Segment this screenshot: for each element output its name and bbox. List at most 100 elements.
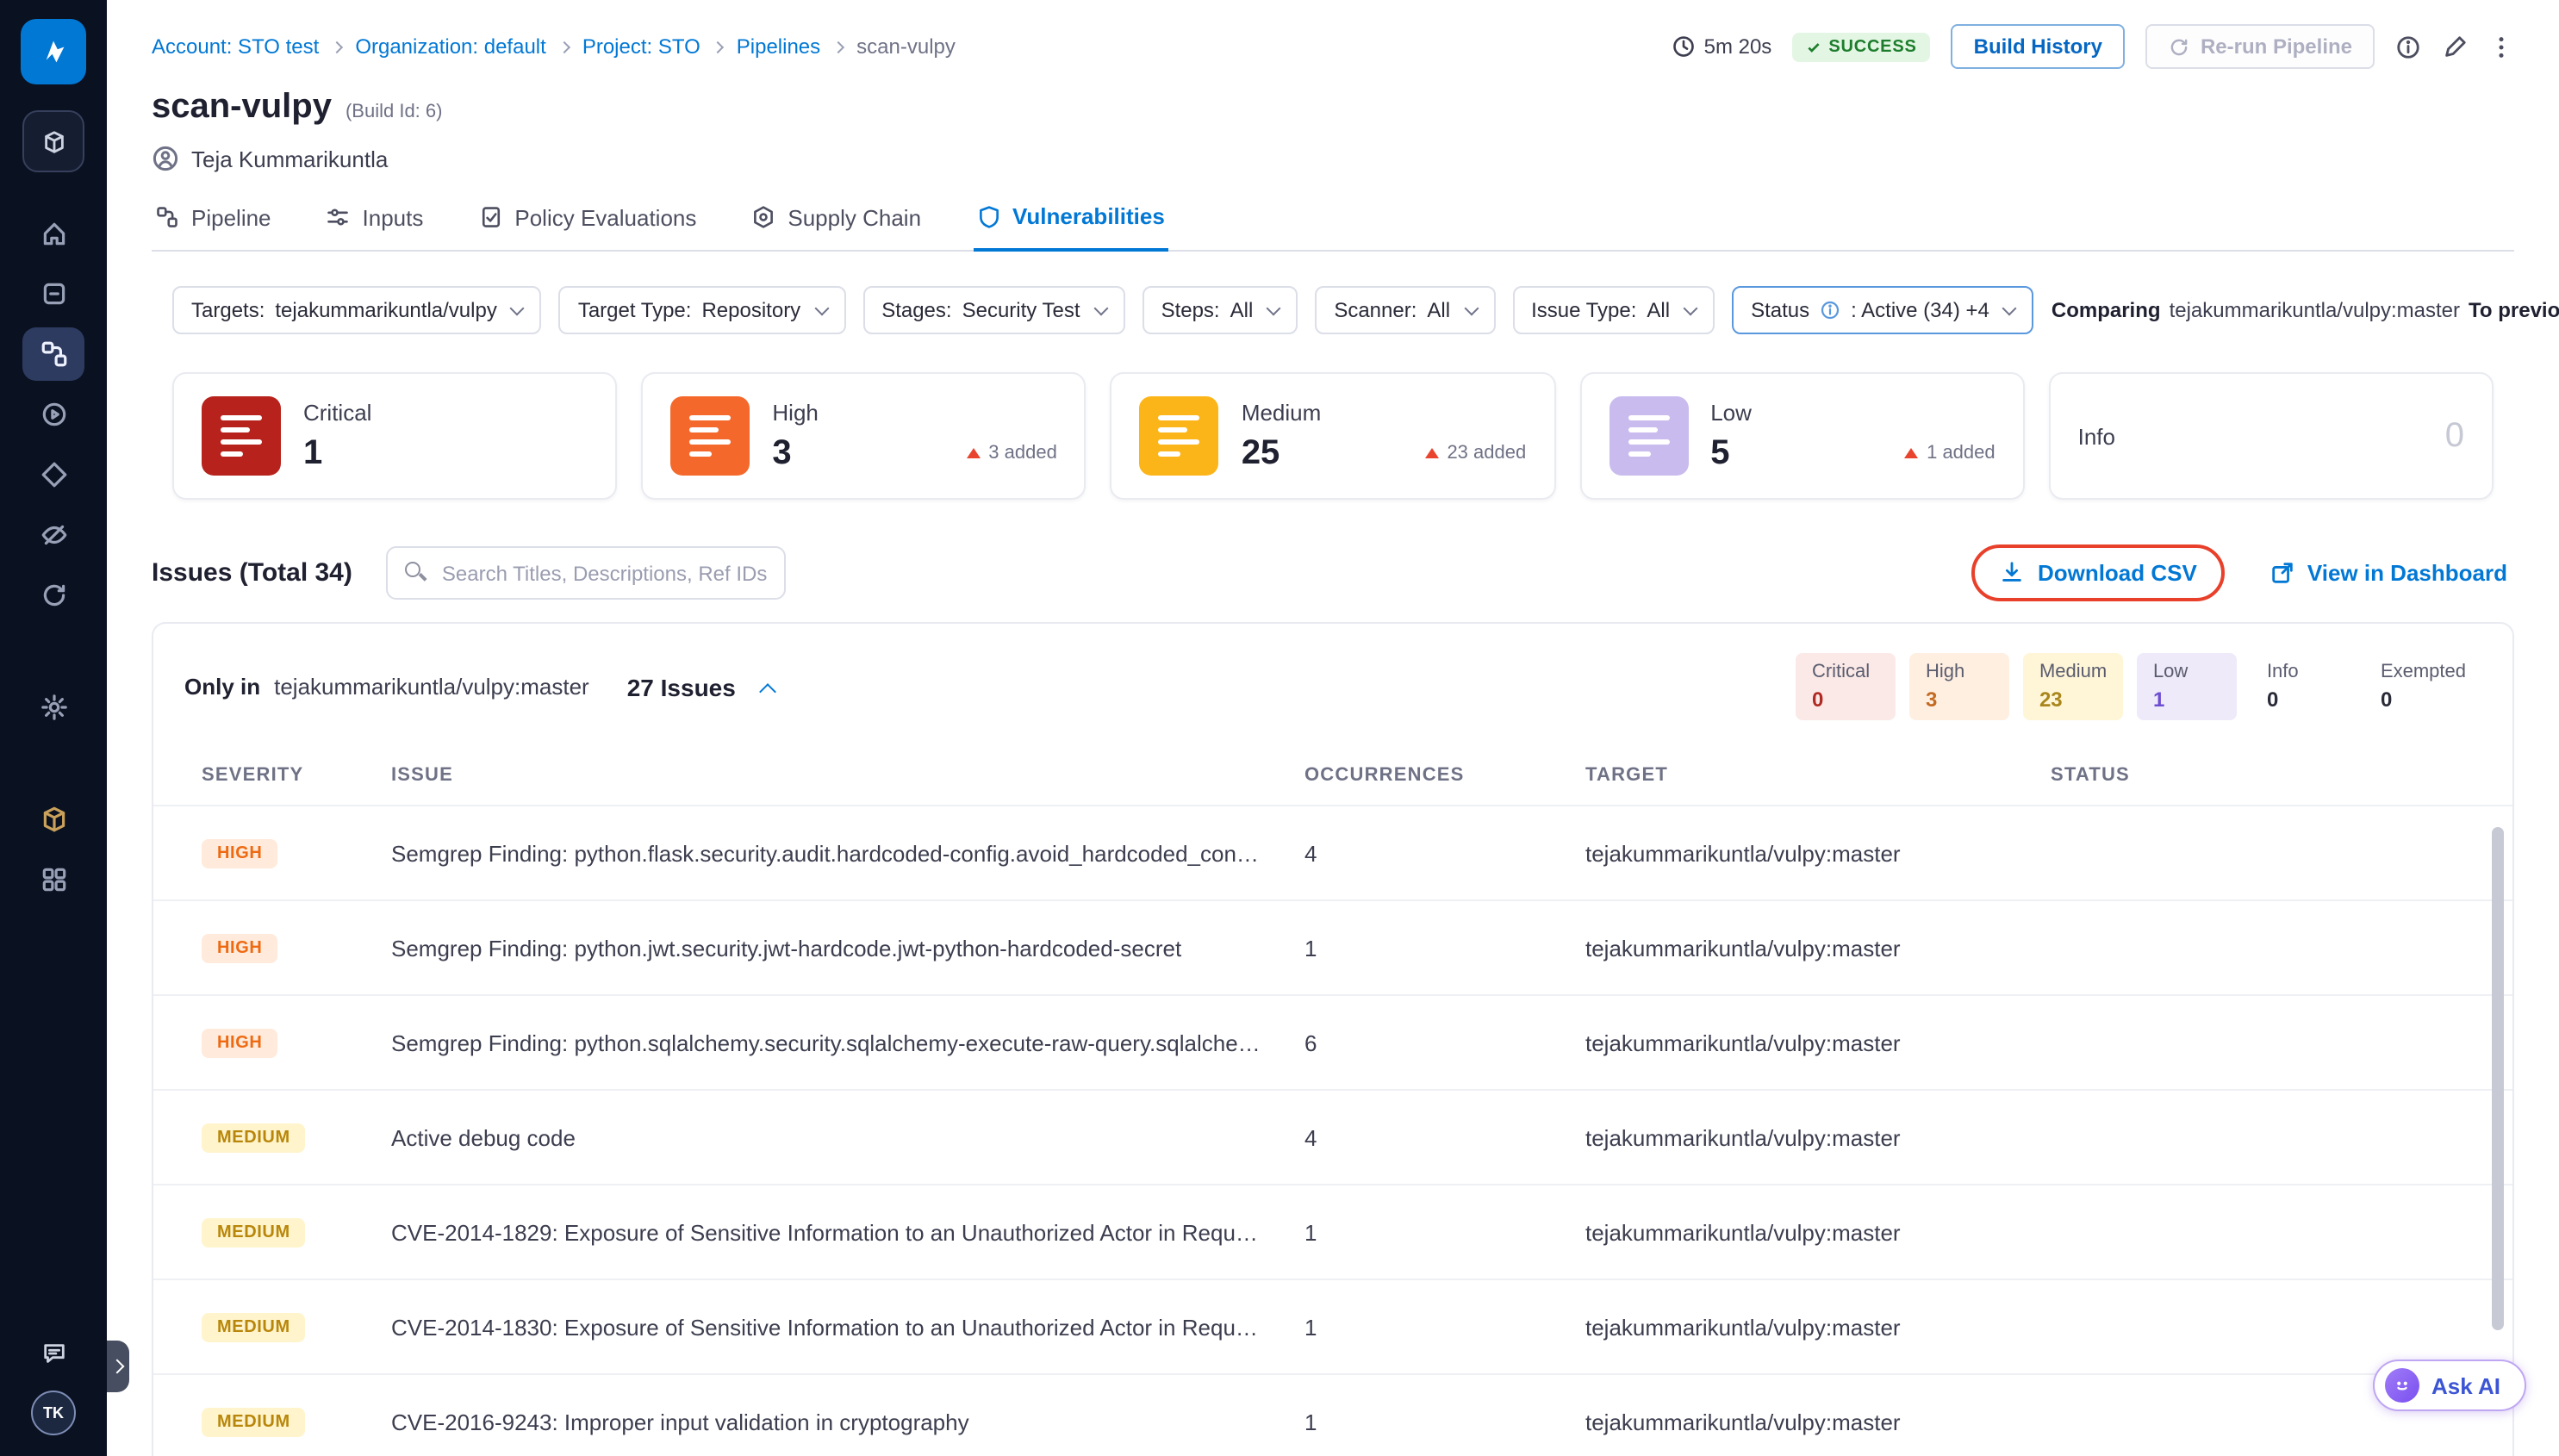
issue-title: CVE-2014-1830: Exposure of Sensitive Inf… (391, 1314, 1304, 1340)
sidebar-item-baselines[interactable] (22, 569, 84, 622)
severity-badge: MEDIUM (202, 1217, 306, 1247)
filter-target-type[interactable]: Target Type:Repository (559, 286, 845, 334)
filter-targets[interactable]: Targets:tejakummarikuntla/vulpy (172, 286, 542, 334)
sidebar-item-pipelines[interactable] (22, 327, 84, 381)
filter-steps[interactable]: Steps:All (1143, 286, 1298, 334)
added-indicator: 23 added (1424, 443, 1526, 464)
executions-icon (39, 400, 68, 429)
clock-icon (1672, 34, 1696, 59)
info-button[interactable] (2395, 34, 2421, 59)
user-avatar[interactable]: TK (31, 1391, 76, 1435)
feedback-button[interactable] (40, 1341, 66, 1366)
chevron-down-icon (1267, 301, 1281, 315)
download-csv-button[interactable]: Download CSV (2000, 560, 2197, 586)
severity-badge: MEDIUM (202, 1312, 306, 1341)
sidebar-item-security-tests[interactable] (22, 448, 84, 501)
sidebar-item-connectors[interactable] (22, 853, 84, 906)
sidebar-item-artifacts[interactable] (22, 793, 84, 846)
collapse-chevron-icon[interactable] (759, 682, 776, 700)
breadcrumb-current: scan-vulpy (856, 34, 956, 59)
author-row: Teja Kummarikuntla (152, 145, 2514, 172)
table-row[interactable]: MEDIUM Active debug code 4 tejakummariku… (153, 1089, 2512, 1184)
chevron-down-icon (1093, 301, 1108, 315)
card-low: Low 5 1 added (1579, 372, 2024, 500)
chip-critical: Critical0 (1796, 653, 1896, 720)
shield-icon (976, 204, 1000, 228)
download-csv-wrapper: Download CSV (1972, 544, 2225, 601)
filter-scanner[interactable]: Scanner:All (1315, 286, 1495, 334)
table-row[interactable]: MEDIUM CVE-2014-1829: Exposure of Sensit… (153, 1184, 2512, 1279)
view-in-dashboard-button[interactable]: View in Dashboard (2269, 560, 2507, 586)
triangle-up-icon (1904, 448, 1918, 458)
issue-title: Semgrep Finding: python.flask.security.a… (391, 840, 1304, 866)
tab-bar: Pipeline Inputs Policy Evaluations Suppl… (152, 193, 2514, 252)
breadcrumb-account[interactable]: Account: STO test (152, 34, 319, 59)
target: tejakummarikuntla/vulpy:master (1585, 1409, 2051, 1434)
app-root: TK Account: STO test Organization: defau… (0, 0, 2559, 1456)
search-input[interactable] (387, 546, 787, 600)
breadcrumb-project[interactable]: Project: STO (582, 34, 700, 59)
occurrences: 4 (1304, 1124, 1585, 1150)
target: tejakummarikuntla/vulpy:master (1585, 1124, 2051, 1150)
breadcrumb: Account: STO test Organization: default … (152, 34, 956, 59)
card-medium: Medium 25 23 added (1111, 372, 1555, 500)
breadcrumb-organization[interactable]: Organization: default (355, 34, 546, 59)
sidebar-item-executions[interactable] (22, 388, 84, 441)
occurrences: 6 (1304, 1030, 1585, 1055)
clipboard-check-icon (478, 205, 502, 229)
module-switcher[interactable] (22, 110, 84, 172)
filter-bar: Targets:tejakummarikuntla/vulpy Target T… (152, 286, 2514, 334)
harness-logo[interactable] (21, 19, 86, 84)
occurrences: 4 (1304, 840, 1585, 866)
download-icon (2000, 560, 2026, 586)
build-id: (Build Id: 6) (346, 102, 443, 122)
occurrences: 1 (1304, 1314, 1585, 1340)
high-report-icon (670, 396, 750, 476)
target: tejakummarikuntla/vulpy:master (1585, 1219, 2051, 1245)
tab-pipeline[interactable]: Pipeline (152, 193, 275, 250)
filter-stages[interactable]: Stages:Security Test (862, 286, 1124, 334)
grid-icon (39, 865, 68, 894)
chip-medium: Medium23 (2024, 653, 2124, 720)
more-options-button[interactable] (2488, 34, 2514, 59)
tab-policy-evaluations[interactable]: Policy Evaluations (475, 193, 700, 250)
edit-pipeline-button[interactable] (2442, 34, 2468, 59)
filter-issue-type[interactable]: Issue Type:All (1512, 286, 1715, 334)
filter-status[interactable]: Status : Active (34) +4 (1732, 286, 2034, 334)
breadcrumb-pipelines[interactable]: Pipelines (737, 34, 820, 59)
rerun-pipeline-button[interactable]: Re-run Pipeline (2145, 24, 2375, 69)
module-cube-icon (40, 128, 66, 154)
sidebar: TK (0, 0, 107, 1456)
sidebar-item-targets[interactable] (22, 267, 84, 320)
sidebar-item-settings[interactable] (22, 681, 84, 734)
sidebar-item-exemptions[interactable] (22, 508, 84, 562)
rotate-icon (39, 581, 68, 610)
target: tejakummarikuntla/vulpy:master (1585, 1314, 2051, 1340)
table-row[interactable]: HIGH Semgrep Finding: python.flask.secur… (153, 805, 2512, 899)
chevron-down-icon (1684, 301, 1698, 315)
person-icon (152, 145, 179, 172)
medium-report-icon (1140, 396, 1219, 476)
sidebar-item-home[interactable] (22, 207, 84, 260)
table-row[interactable]: MEDIUM CVE-2016-9243: Improper input val… (153, 1373, 2512, 1456)
table-row[interactable]: HIGH Semgrep Finding: python.jwt.securit… (153, 899, 2512, 994)
added-indicator: 1 added (1904, 443, 1996, 464)
severity-badge: MEDIUM (202, 1407, 306, 1436)
pipeline-icon (155, 205, 179, 229)
triangle-up-icon (966, 448, 980, 458)
severity-cards: Critical 1 High 3 3 added Medium (152, 372, 2514, 500)
issue-title: CVE-2016-9243: Improper input validation… (391, 1409, 1304, 1434)
tab-vulnerabilities[interactable]: Vulnerabilities (973, 193, 1168, 252)
chevron-down-icon (2002, 301, 2017, 315)
chevron-down-icon (814, 301, 829, 315)
table-row[interactable]: MEDIUM CVE-2014-1830: Exposure of Sensit… (153, 1279, 2512, 1373)
sidebar-bottom: TK (31, 1341, 76, 1456)
build-history-button[interactable]: Build History (1952, 24, 2125, 69)
sidebar-expand-handle[interactable] (107, 1341, 129, 1392)
tab-inputs[interactable]: Inputs (323, 193, 427, 250)
table-row[interactable]: HIGH Semgrep Finding: python.sqlalchemy.… (153, 994, 2512, 1089)
group-prefix: Only in (184, 674, 260, 700)
table-scrollbar[interactable] (2492, 827, 2504, 1330)
ask-ai-button[interactable]: Ask AI (2373, 1360, 2526, 1411)
tab-supply-chain[interactable]: Supply Chain (748, 193, 925, 250)
